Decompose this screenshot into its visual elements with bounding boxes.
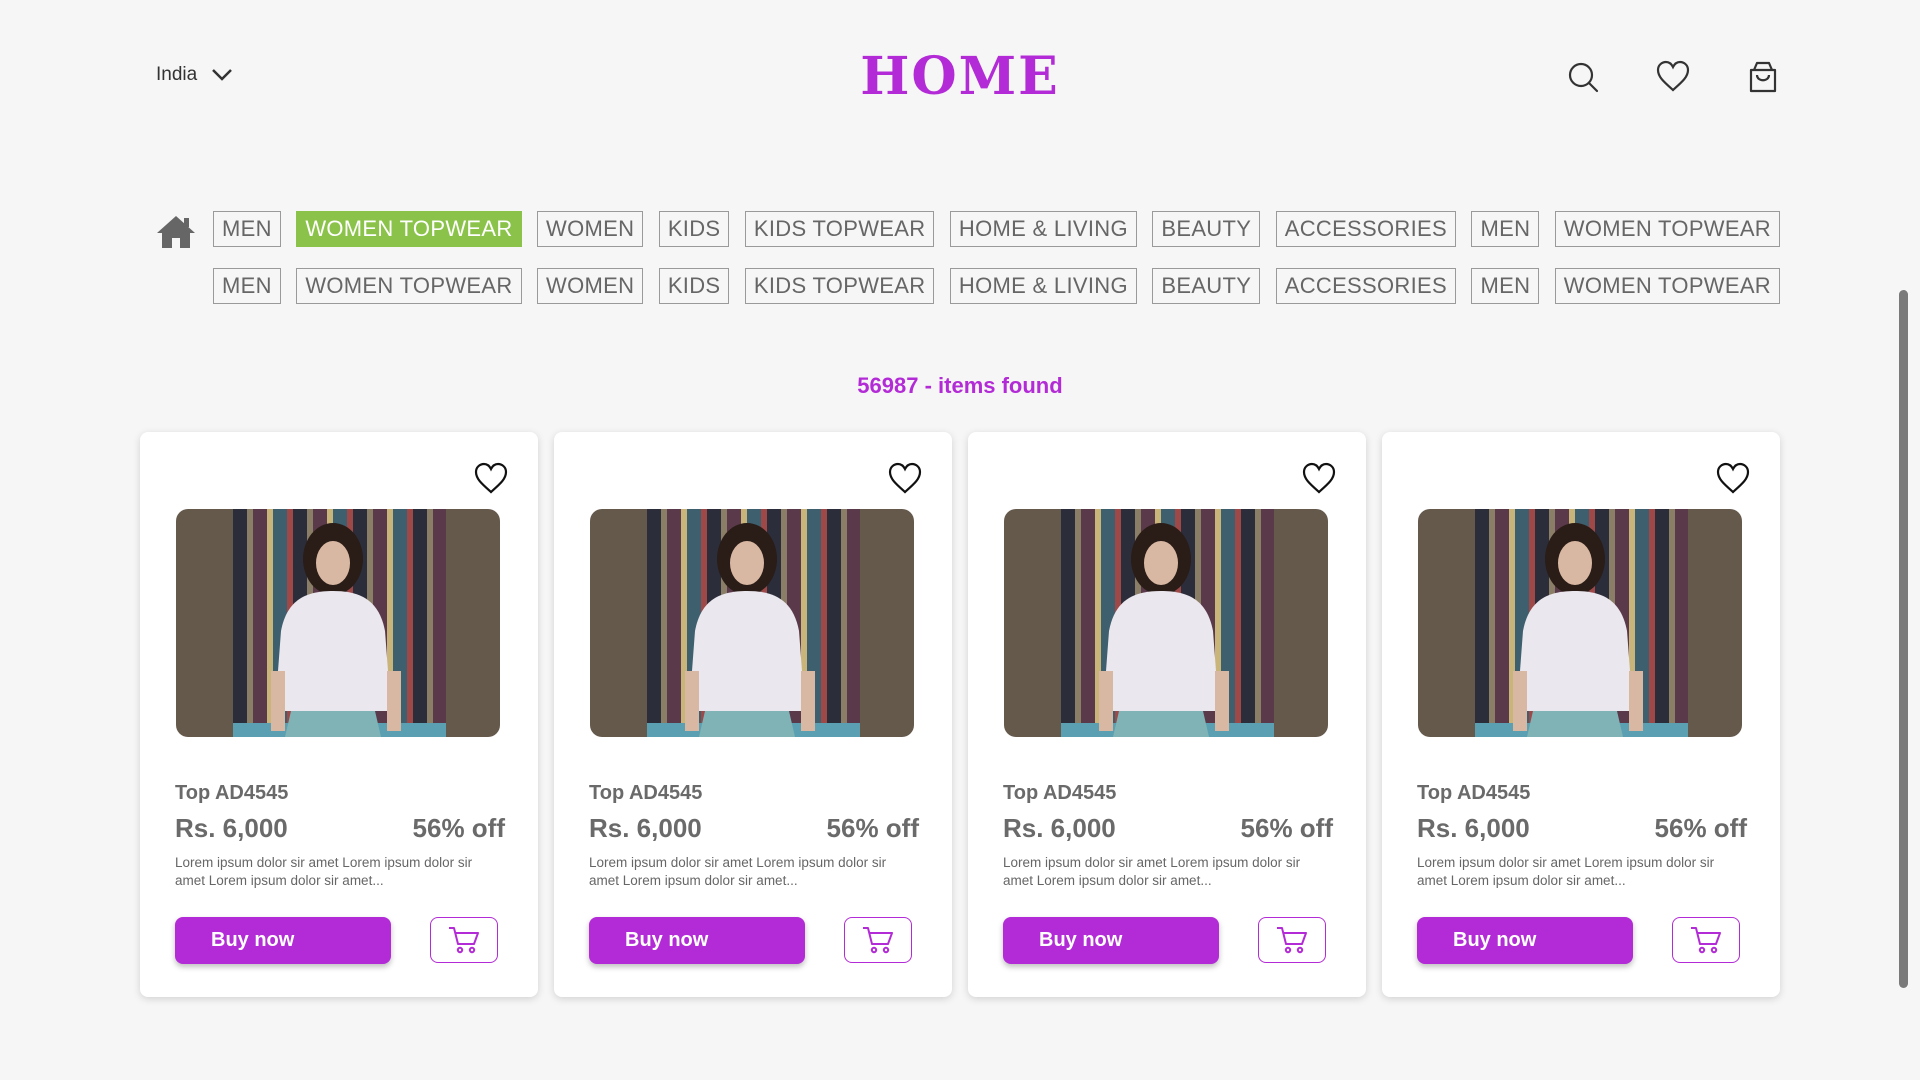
model-figure [685, 523, 815, 737]
product-name: Top AD4545 [1417, 782, 1531, 804]
add-to-cart-button[interactable] [844, 917, 912, 963]
category-men[interactable]: MEN [213, 268, 281, 304]
product-discount: 56% off [412, 813, 505, 843]
product-name: Top AD4545 [1003, 782, 1117, 804]
category-kids-topwear[interactable]: KIDS TOPWEAR [744, 268, 935, 304]
product-description: Lorem ipsum dolor sir amet Lorem ipsum d… [1003, 855, 1301, 888]
vertical-scrollbar[interactable] [1899, 290, 1908, 988]
product-image[interactable] [590, 509, 914, 737]
category-beauty[interactable]: BEAUTY [1152, 211, 1261, 247]
product-discount: 56% off [826, 813, 919, 843]
product-discount: 56% off [1240, 813, 1333, 843]
wishlist-heart-icon[interactable] [888, 462, 922, 496]
cart-icon [863, 927, 893, 954]
category-kids[interactable]: KIDS [658, 268, 730, 304]
product-image[interactable] [176, 509, 500, 737]
product-card[interactable]: Top AD4545 Rs. 6,000 56% off Lorem ipsum… [968, 432, 1366, 997]
category-women-topwear[interactable]: WOMEN TOPWEAR [1554, 211, 1780, 247]
wishlist-heart-icon[interactable] [474, 462, 508, 496]
category-men[interactable]: MEN [1471, 268, 1540, 304]
category-women-topwear[interactable]: WOMEN TOPWEAR [296, 268, 522, 304]
product-price: Rs. 6,000 [1003, 813, 1116, 843]
category-women-topwear[interactable]: WOMEN TOPWEAR [1554, 268, 1780, 304]
category-row-2: MEN WOMEN TOPWEAR WOMEN KIDS KIDS TOPWEA… [213, 268, 1780, 304]
heart-icon[interactable] [1656, 60, 1690, 94]
add-to-cart-button[interactable] [1258, 917, 1326, 963]
items-found-count: 56987 - items found [857, 373, 1063, 398]
product-grid: Top AD4545 Rs. 6,000 56% off Lorem ipsum… [140, 432, 1780, 997]
category-men[interactable]: MEN [1471, 211, 1540, 247]
buy-now-button[interactable]: Buy now [1417, 917, 1633, 964]
model-figure [1099, 523, 1229, 737]
home-icon[interactable] [155, 214, 197, 250]
add-to-cart-button[interactable] [1672, 917, 1740, 963]
category-kids-topwear[interactable]: KIDS TOPWEAR [744, 211, 935, 247]
model-figure [1513, 523, 1643, 737]
product-name: Top AD4545 [175, 782, 289, 804]
product-price: Rs. 6,000 [589, 813, 702, 843]
product-card[interactable]: Top AD4545 Rs. 6,000 56% off Lorem ipsum… [140, 432, 538, 997]
product-name: Top AD4545 [589, 782, 703, 804]
category-beauty[interactable]: BEAUTY [1152, 268, 1261, 304]
product-discount: 56% off [1654, 813, 1747, 843]
product-description: Lorem ipsum dolor sir amet Lorem ipsum d… [1417, 855, 1715, 888]
product-image[interactable] [1004, 509, 1328, 737]
add-to-cart-button[interactable] [430, 917, 498, 963]
category-home-living[interactable]: HOME & LIVING [949, 268, 1137, 304]
product-card[interactable]: Top AD4545 Rs. 6,000 56% off Lorem ipsum… [554, 432, 952, 997]
product-description: Lorem ipsum dolor sir amet Lorem ipsum d… [175, 855, 473, 888]
product-price: Rs. 6,000 [1417, 813, 1530, 843]
model-figure [271, 523, 401, 737]
buy-now-button[interactable]: Buy now [589, 917, 805, 964]
wishlist-heart-icon[interactable] [1302, 462, 1336, 496]
category-kids[interactable]: KIDS [658, 211, 730, 247]
wishlist-heart-icon[interactable] [1716, 462, 1750, 496]
product-price: Rs. 6,000 [175, 813, 288, 843]
category-row-1: MEN WOMEN TOPWEAR WOMEN KIDS KIDS TOPWEA… [213, 211, 1780, 247]
category-women[interactable]: WOMEN [537, 211, 644, 247]
category-accessories[interactable]: ACCESSORIES [1275, 211, 1456, 247]
category-accessories[interactable]: ACCESSORIES [1275, 268, 1456, 304]
category-men[interactable]: MEN [213, 211, 281, 247]
cart-icon [1691, 927, 1721, 954]
category-home-living[interactable]: HOME & LIVING [949, 211, 1137, 247]
header-actions [1566, 60, 1780, 94]
cart-icon [449, 927, 479, 954]
product-image[interactable] [1418, 509, 1742, 737]
cart-icon [1277, 927, 1307, 954]
category-women-topwear-active[interactable]: WOMEN TOPWEAR [296, 211, 522, 247]
product-description: Lorem ipsum dolor sir amet Lorem ipsum d… [589, 855, 887, 888]
product-card[interactable]: Top AD4545 Rs. 6,000 56% off Lorem ipsum… [1382, 432, 1780, 997]
buy-now-button[interactable]: Buy now [175, 917, 391, 964]
buy-now-button[interactable]: Buy now [1003, 917, 1219, 964]
category-women[interactable]: WOMEN [537, 268, 644, 304]
shopping-bag-icon[interactable] [1746, 60, 1780, 94]
search-icon[interactable] [1566, 60, 1600, 94]
